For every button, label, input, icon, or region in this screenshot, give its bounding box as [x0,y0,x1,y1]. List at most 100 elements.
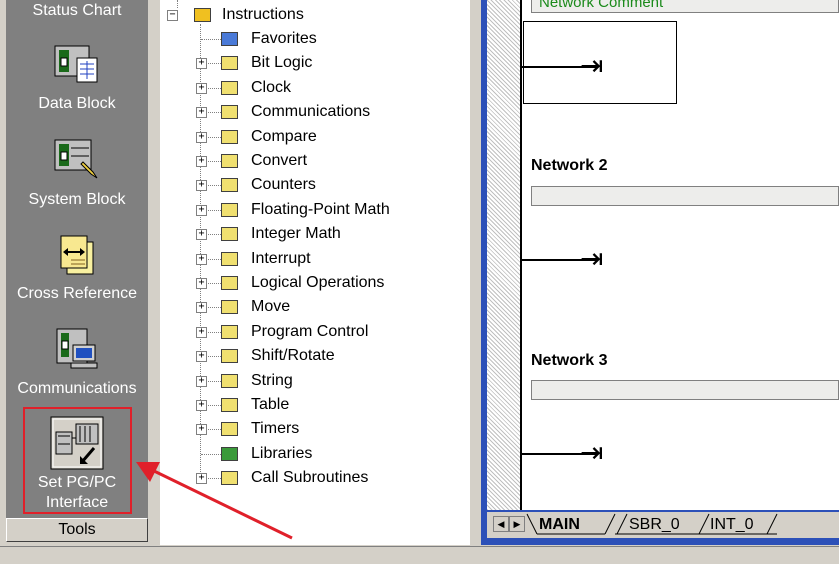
network-3-title: Network 3 [531,352,608,369]
expand-icon[interactable]: + [196,375,207,387]
expand-icon[interactable]: + [196,400,207,411]
status-bar [0,546,839,564]
rung-end-icon-2: ⇥ [580,242,604,275]
network-2-title: Network 2 [531,157,608,174]
power-rail [520,0,522,510]
call-subroutines-icon [221,471,238,486]
expand-icon[interactable]: + [196,58,207,70]
tree-item-label: Counters [251,176,316,194]
expand-icon[interactable]: + [196,326,207,338]
expand-icon[interactable]: + [196,131,207,143]
expand-icon[interactable]: + [196,107,207,119]
network-comment-text: Network Comment [539,0,664,11]
table-icon [221,398,238,412]
nav-cross-reference-label: Cross Reference [16,285,138,302]
integer-math-icon [221,227,238,242]
expand-icon[interactable]: + [196,278,207,289]
tree-item[interactable]: + Counters [160,173,460,197]
tree-item[interactable]: + Communications [160,100,460,124]
tree-item-label: Move [251,298,291,316]
counters-icon [221,178,238,193]
nav-system-block[interactable]: System Block [6,136,148,210]
compare-icon [221,129,238,144]
shift-rotate-icon [221,349,238,364]
tree-item-label: Integer Math [251,225,341,243]
libraries-icon [221,446,238,461]
tree-item[interactable]: + Program Control [160,320,460,344]
tree-item-label: Shift/Rotate [251,347,335,365]
nav-data-block-label: Data Block [38,95,116,112]
editor-left-margin [487,0,521,510]
system-block-icon [53,138,101,180]
rung-end-icon-1: ⇥ [580,49,604,82]
favorites-icon [221,32,238,46]
tree-item-label: Clock [251,78,292,96]
tree-item[interactable]: Libraries [160,442,460,466]
expand-icon[interactable]: + [196,424,207,436]
tree-item[interactable]: + Bit Logic [160,51,460,75]
expand-icon[interactable]: + [196,302,207,314]
tree-item[interactable]: + Compare [160,125,460,149]
expand-icon[interactable]: + [196,473,207,485]
tools-button[interactable]: Tools [6,518,148,542]
expand-icon[interactable]: + [196,351,207,363]
nav-communications[interactable]: Communications [6,325,148,399]
nav-status-chart[interactable]: Status Chart [6,0,148,21]
tree-item[interactable]: + Convert [160,149,460,173]
tree-item-label: Convert [251,152,308,169]
nav-communications-label: Communications [17,380,137,397]
tree-item[interactable]: + Floating-Point Math [160,198,460,222]
tree-item-label: Communications [251,103,371,121]
program-control-icon [221,324,238,339]
tree-item[interactable]: + Integer Math [160,222,460,246]
highlight-box [23,407,132,514]
data-block-icon [53,44,101,84]
tree-item-label: Compare [251,127,317,145]
collapse-icon[interactable]: − [167,10,178,21]
expand-icon[interactable]: + [196,229,207,241]
tree-item-label: Table [251,396,290,413]
communications-icon [221,105,238,120]
tree-item[interactable]: + Timers [160,417,460,441]
expand-icon[interactable]: + [196,180,207,192]
tree-item-label: Timers [251,420,300,438]
communications-icon [55,327,99,371]
expand-icon[interactable]: + [196,156,207,167]
tree-item[interactable]: + Clock [160,76,460,100]
instruction-tree: − Instructions Favorites + Bit Logic + Clock… [160,0,470,545]
nav-data-block[interactable]: Data Block [6,42,148,116]
nav-cross-reference[interactable]: Cross Reference [6,232,148,304]
clock-icon [221,80,238,95]
tree-item[interactable]: + String [160,369,460,393]
tree-item-label: Favorites [251,30,317,47]
tree-item[interactable]: + Move [160,295,460,319]
tree-item-label: Interrupt [251,249,311,267]
program-tabs: ◀ ▶ MAIN SBR_0 INT_0 [487,512,839,538]
network-2-comment[interactable] [531,186,839,206]
expand-icon[interactable]: + [196,253,207,265]
bit-logic-icon [221,56,238,71]
tree-item[interactable]: + Logical Operations [160,271,460,295]
tree-item-label: Logical Operations [251,274,385,291]
tree-item-label: Program Control [251,322,369,340]
tree-root-instructions[interactable]: − Instructions [160,3,460,27]
rung-end-icon-3: ⇥ [580,436,604,469]
cross-reference-icon [57,234,97,278]
tree-item[interactable]: + Shift/Rotate [160,344,460,368]
tree-item-label: Libraries [251,444,313,462]
tree-item-label: Call Subroutines [251,469,369,487]
network-3-comment[interactable] [531,380,839,400]
expand-icon[interactable]: + [196,204,207,216]
string-icon [221,373,238,388]
tab-outline [526,513,778,535]
tree-item[interactable]: + Table [160,393,460,417]
tree-item[interactable]: + Interrupt [160,247,460,271]
nav-system-block-label: System Block [28,191,126,208]
tree-item[interactable]: Favorites [160,27,460,51]
move-icon [221,300,238,315]
expand-icon[interactable]: + [196,82,207,94]
network-comment-bar[interactable]: Network Comment [531,0,839,13]
instructions-folder-icon [194,8,211,22]
convert-icon [221,154,238,168]
tree-item[interactable]: + Call Subroutines [160,466,460,490]
